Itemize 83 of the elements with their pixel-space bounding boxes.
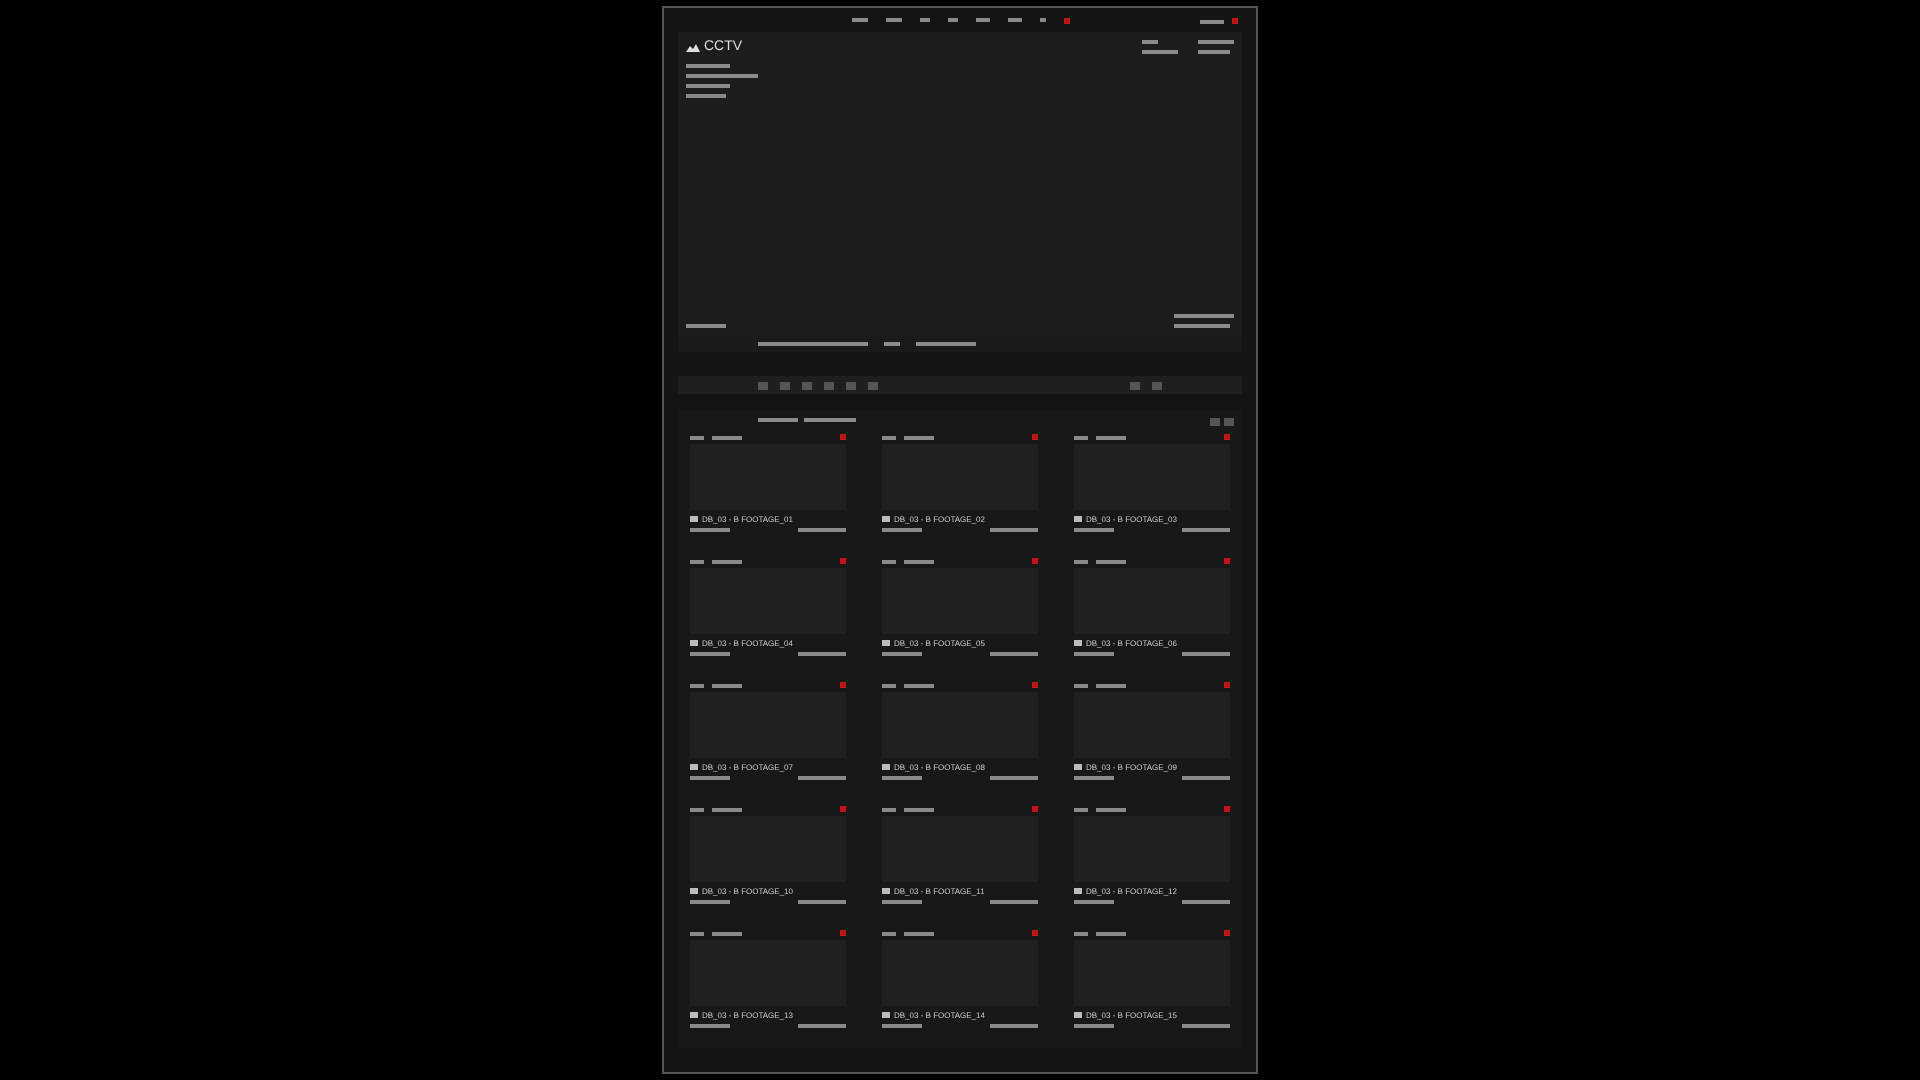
label-line (904, 559, 934, 563)
label-line (990, 776, 1038, 780)
label-line (1142, 50, 1178, 54)
label-line (712, 559, 742, 563)
label-line (1182, 652, 1230, 656)
label-line (1182, 528, 1230, 532)
camera-icon (690, 516, 698, 522)
label-line (686, 64, 730, 68)
label-line (1096, 435, 1126, 439)
label-line (1182, 900, 1230, 904)
label-line (798, 900, 846, 904)
label-line (990, 1024, 1038, 1028)
label-line (1198, 40, 1234, 44)
camera-icon (1074, 888, 1082, 894)
camera-icon (690, 1012, 698, 1018)
label-line (690, 652, 730, 656)
label-line (1174, 324, 1230, 328)
toolbar-icon[interactable] (846, 381, 856, 389)
camera-icon (1074, 516, 1082, 522)
label-line (1182, 1024, 1230, 1028)
label-line (1096, 559, 1126, 563)
camera-icon (690, 640, 698, 646)
label-line (882, 652, 922, 656)
label-line (1074, 652, 1114, 656)
toolbar-icon[interactable] (780, 381, 790, 389)
label-line (758, 418, 798, 422)
label-line (1200, 19, 1224, 23)
label-line (916, 342, 976, 346)
toolbar-icon[interactable] (802, 381, 812, 389)
camera-icon (1074, 640, 1082, 646)
label-line (904, 683, 934, 687)
camera-icon (882, 888, 890, 894)
camera-icon (882, 764, 890, 770)
label-line (990, 528, 1038, 532)
label-line (882, 776, 922, 780)
label-line (1198, 50, 1230, 54)
label-line (1174, 314, 1234, 318)
label-line (904, 931, 934, 935)
label-line (686, 84, 730, 88)
label-line (1074, 900, 1114, 904)
label-line (1096, 807, 1126, 811)
label-line (690, 776, 730, 780)
label-line (712, 435, 742, 439)
label-line (882, 528, 922, 532)
label-line (712, 807, 742, 811)
label-line (686, 74, 758, 78)
label-line (990, 900, 1038, 904)
label-line (798, 652, 846, 656)
label-line (712, 931, 742, 935)
toolbar-icon[interactable] (1130, 381, 1140, 389)
label-line (1096, 931, 1126, 935)
camera-icon (882, 516, 890, 522)
label-line (758, 342, 868, 346)
label-line (690, 1024, 730, 1028)
label-line (882, 1024, 922, 1028)
camera-icon (1074, 764, 1082, 770)
label-line (904, 807, 934, 811)
toolbar-icon[interactable] (868, 381, 878, 389)
camera-icon (690, 888, 698, 894)
label-line (1074, 776, 1114, 780)
toolbar-icon[interactable] (758, 381, 768, 389)
camera-icon (1074, 1012, 1082, 1018)
label-line (1182, 776, 1230, 780)
toolbar-icon[interactable] (824, 381, 834, 389)
label-line (1096, 683, 1126, 687)
camera-icon (690, 764, 698, 770)
label-line (990, 652, 1038, 656)
label-line (882, 900, 922, 904)
camera-icon (882, 1012, 890, 1018)
label-line (1074, 1024, 1114, 1028)
label-line (690, 528, 730, 532)
label-line (686, 324, 726, 328)
label-line (798, 528, 846, 532)
label-line (690, 900, 730, 904)
camera-icon (882, 640, 890, 646)
label-line (712, 683, 742, 687)
label-line (798, 776, 846, 780)
label-line (804, 418, 856, 422)
label-line (1074, 528, 1114, 532)
toolbar-icon[interactable] (1152, 381, 1162, 389)
label-line (798, 1024, 846, 1028)
label-line (686, 94, 726, 98)
label-line (904, 435, 934, 439)
